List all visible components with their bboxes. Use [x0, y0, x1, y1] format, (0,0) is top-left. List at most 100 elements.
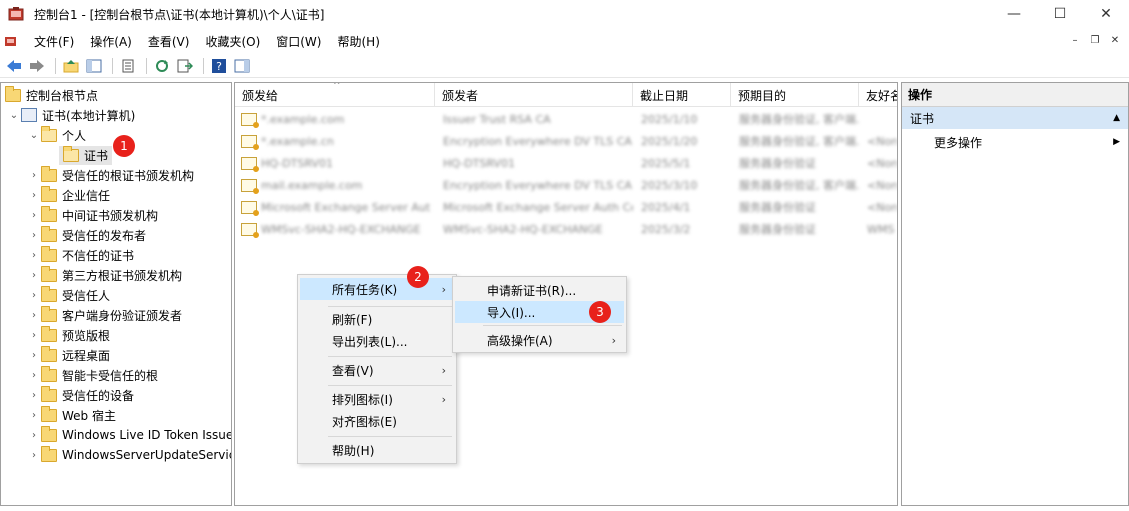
menu-item-label: 帮助(H) — [332, 443, 375, 458]
more-actions-item[interactable]: 更多操作 ▶ — [902, 131, 1128, 153]
expand-chevron-icon[interactable]: › — [27, 350, 41, 361]
folder-icon — [41, 265, 57, 282]
collapse-chevron-icon[interactable]: ⌄ — [27, 130, 41, 141]
table-row[interactable]: WMSvc-SHA2-HQ-EXCHANGE WMSvc-SHA2-HQ-EXC… — [235, 218, 897, 240]
tree-node-folder[interactable]: › 远程桌面 — [27, 345, 110, 365]
expand-chevron-icon[interactable]: › — [27, 450, 41, 461]
table-row[interactable]: *.example.cn Encryption Everywhere DV TL… — [235, 130, 897, 152]
properties-icon[interactable] — [118, 57, 138, 75]
menu-item-advanced-operations[interactable]: 高级操作(A) › — [455, 329, 624, 351]
tree-node-folder[interactable]: › 企业信任 — [27, 185, 110, 205]
tree-node-folder[interactable]: › 不信任的证书 — [27, 245, 134, 265]
table-row[interactable]: *.example.com Issuer Trust RSA CA 2025/1… — [235, 108, 897, 130]
expand-chevron-icon[interactable]: › — [27, 430, 41, 441]
mmc-menu-icon[interactable] — [4, 34, 18, 48]
expand-chevron-icon[interactable]: › — [27, 330, 41, 341]
expand-chevron-icon[interactable]: › — [27, 290, 41, 301]
tree-node-folder[interactable]: › WindowsServerUpdateServices — [27, 445, 231, 465]
tree-node-personal[interactable]: ⌄ 个人 — [27, 125, 86, 145]
menu-item-refresh[interactable]: 刷新(F) — [300, 308, 454, 330]
menu-item-line-up-icons[interactable]: 对齐图标(E) — [300, 410, 454, 432]
show-hide-tree-icon[interactable] — [84, 57, 104, 75]
expand-chevron-icon[interactable]: › — [27, 270, 41, 281]
menu-view[interactable]: 查看(V) — [140, 33, 198, 50]
menu-favorites[interactable]: 收藏夹(O) — [197, 33, 268, 50]
column-header-issued-to[interactable]: 颁发给 ^ — [235, 83, 435, 107]
tree-node-folder[interactable]: › 客户端身份验证颁发者 — [27, 305, 182, 325]
mdi-close-button[interactable]: ✕ — [1107, 33, 1123, 47]
column-header-friendly-name[interactable]: 友好名称 — [859, 83, 897, 107]
maximize-button[interactable]: ☐ — [1037, 0, 1083, 28]
column-header-expiration[interactable]: 截止日期 — [633, 83, 731, 107]
menu-item-request-new-certificate[interactable]: 申请新证书(R)... — [455, 279, 624, 301]
close-button[interactable]: ✕ — [1083, 0, 1129, 28]
expand-chevron-icon[interactable]: › — [27, 390, 41, 401]
menu-item-all-tasks[interactable]: 所有任务(K) › — [300, 278, 454, 300]
menu-window[interactable]: 窗口(W) — [268, 33, 329, 50]
refresh-icon[interactable] — [152, 57, 172, 75]
expand-chevron-icon[interactable]: › — [27, 310, 41, 321]
expand-chevron-icon[interactable]: › — [27, 230, 41, 241]
column-header-label: 截止日期 — [640, 88, 689, 103]
cell-expiration: 2025/5/1 — [641, 156, 691, 170]
cell-purposes: 服务器身份验证 — [739, 223, 816, 236]
mdi-minimize-button[interactable]: – — [1067, 33, 1083, 47]
help-icon[interactable]: ? — [209, 57, 229, 75]
back-icon[interactable] — [4, 57, 24, 75]
certificate-icon — [241, 134, 259, 150]
forward-icon[interactable] — [27, 57, 47, 75]
table-row[interactable]: HQ-DTSRV01 HQ-DTSRV01 2025/5/1 服务器身份验证 <… — [235, 152, 897, 174]
selected-node-highlight: 证书 — [59, 145, 113, 165]
menu-action[interactable]: 操作(A) — [82, 33, 140, 50]
menu-item-arrange-icons[interactable]: 排列图标(I) › — [300, 388, 454, 410]
menu-item-label: 导出列表(L)... — [332, 334, 408, 349]
menu-help[interactable]: 帮助(H) — [329, 33, 387, 50]
expand-chevron-icon[interactable]: › — [27, 210, 41, 221]
expand-chevron-icon[interactable]: › — [27, 170, 41, 181]
up-one-level-icon[interactable] — [61, 57, 81, 75]
tree-node-folder[interactable]: › 受信任的发布者 — [27, 225, 146, 245]
expand-chevron-icon[interactable]: › — [27, 370, 41, 381]
toolbar-separator — [112, 57, 113, 74]
tree-node-label: Windows Live ID Token Issuer — [62, 428, 232, 442]
column-header-issued-by[interactable]: 颁发者 — [435, 83, 633, 107]
tree-node-folder[interactable]: › 第三方根证书颁发机构 — [27, 265, 182, 285]
cell-purposes: 服务器身份验证, 客户端... — [739, 135, 859, 148]
tree-node-folder[interactable]: › 受信任的设备 — [27, 385, 134, 405]
tree-node-certificates-selected[interactable]: 证书 — [59, 145, 113, 165]
tree-node-folder[interactable]: › 智能卡受信任的根 — [27, 365, 158, 385]
table-row[interactable]: mail.example.com Encryption Everywhere D… — [235, 174, 897, 196]
certificate-icon — [241, 222, 259, 238]
certificate-icon — [241, 178, 259, 194]
tree-node-folder[interactable]: › Web 宿主 — [27, 405, 116, 425]
show-hide-action-pane-icon[interactable] — [232, 57, 252, 75]
expand-chevron-icon[interactable]: › — [27, 190, 41, 201]
submenu-arrow-icon: › — [441, 282, 446, 296]
collapse-triangle-icon[interactable]: ▲ — [1113, 113, 1120, 123]
menu-item-view[interactable]: 查看(V) › — [300, 359, 454, 381]
export-list-icon[interactable] — [175, 57, 195, 75]
cell-friendly-name: <None> — [867, 178, 897, 192]
collapse-chevron-icon[interactable]: ⌄ — [7, 110, 21, 121]
tree-node-folder[interactable]: › Windows Live ID Token Issuer — [27, 425, 232, 445]
table-row[interactable]: Microsoft Exchange Server Auth Certifica… — [235, 196, 897, 218]
minimize-button[interactable]: — — [991, 0, 1037, 28]
menu-item-export-list[interactable]: 导出列表(L)... — [300, 330, 454, 352]
menu-separator — [483, 325, 622, 326]
mdi-restore-button[interactable]: ❐ — [1087, 33, 1103, 47]
tree-node-folder[interactable]: › 预览版根 — [27, 325, 110, 345]
menu-bar: 文件(F) 操作(A) 查看(V) 收藏夹(O) 窗口(W) 帮助(H) — [0, 30, 1129, 52]
menu-file[interactable]: 文件(F) — [26, 33, 82, 50]
tree-node-certificates-local[interactable]: ⌄ 证书(本地计算机) — [7, 105, 135, 125]
expand-chevron-icon[interactable]: › — [27, 250, 41, 261]
expand-chevron-icon[interactable]: › — [27, 410, 41, 421]
column-header-purposes[interactable]: 预期目的 — [731, 83, 859, 107]
column-header-label: 颁发者 — [442, 88, 479, 103]
cell-friendly-name: <None> — [867, 156, 897, 170]
tree-node-folder[interactable]: › 中间证书颁发机构 — [27, 205, 158, 225]
tree-node-root[interactable]: 控制台根节点 — [5, 85, 98, 105]
tree-node-folder[interactable]: › 受信任人 — [27, 285, 110, 305]
tree-node-folder[interactable]: › 受信任的根证书颁发机构 — [27, 165, 194, 185]
menu-item-help[interactable]: 帮助(H) — [300, 439, 454, 461]
actions-section-certificates[interactable]: 证书 ▲ — [902, 107, 1128, 129]
